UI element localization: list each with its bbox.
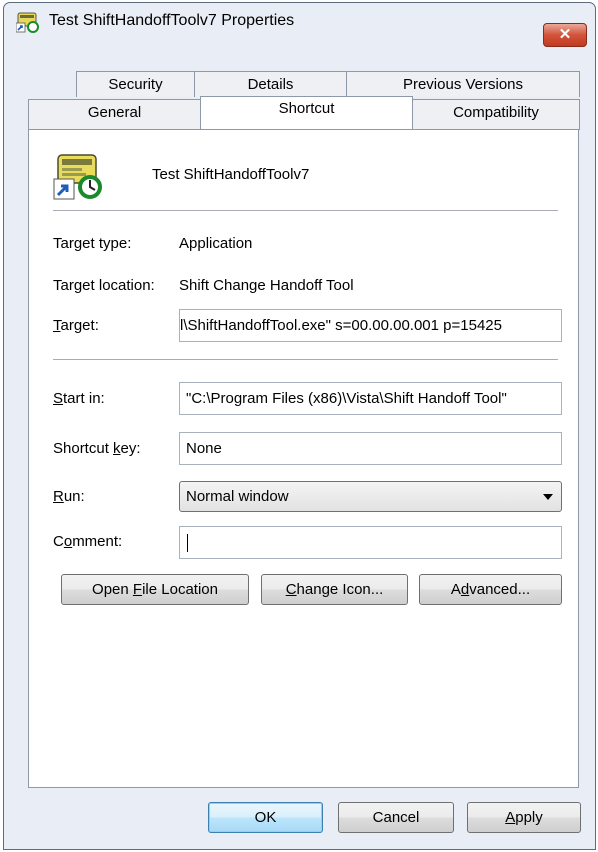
shortcut-app-icon [53,154,102,200]
change-icon-button[interactable]: Change Icon... [261,574,408,605]
target-location-value: Shift Change Handoff Tool [179,277,354,294]
divider [53,359,558,361]
tab-details[interactable]: Details [194,71,347,97]
shortcut-name: Test ShiftHandoffToolv7 [152,166,310,183]
divider [53,210,558,212]
tab-compatibility[interactable]: Compatibility [412,99,580,130]
title-bar[interactable]: Test ShiftHandoffToolv7 Properties [4,3,595,37]
comment-input[interactable] [179,526,562,559]
start-in-input[interactable]: "C:\Program Files (x86)\Vista\Shift Hand… [179,382,562,415]
tab-previous-versions[interactable]: Previous Versions [346,71,580,97]
ok-button[interactable]: OK [208,802,323,833]
shortcut-app-icon [16,12,39,33]
text-cursor [187,534,188,552]
comment-label: Comment: [53,533,123,550]
run-label: Run: [53,488,85,505]
tab-security[interactable]: Security [76,71,195,97]
start-in-label: Start in: [53,390,105,407]
shortcut-key-input[interactable]: None [179,432,562,465]
target-location-label: Target location: [53,277,155,294]
close-button[interactable]: ✕ [543,23,587,47]
shortcut-tab-panel: Test ShiftHandoffToolv7 Target type: App… [28,129,579,788]
target-type-label: Target type: [53,235,132,252]
apply-button[interactable]: Apply [467,802,581,833]
chevron-down-icon [543,494,553,500]
advanced-button[interactable]: Advanced... [419,574,562,605]
shortcut-key-label: Shortcut key: [53,440,141,457]
tab-shortcut[interactable]: Shortcut [200,96,413,129]
target-type-value: Application [179,235,253,252]
run-select[interactable]: Normal window [179,481,562,512]
close-icon: ✕ [558,26,572,43]
properties-dialog: Test ShiftHandoffToolv7 Properties ✕ Sec… [3,2,596,850]
cancel-button[interactable]: Cancel [338,802,454,833]
target-input[interactable]: l\ShiftHandoffTool.exe" s=00.00.00.001 p… [179,309,562,342]
tab-general[interactable]: General [28,99,201,130]
window-title: Test ShiftHandoffToolv7 Properties [49,12,295,29]
target-label: Target: [53,317,99,334]
open-file-location-button[interactable]: Open File Location [61,574,249,605]
